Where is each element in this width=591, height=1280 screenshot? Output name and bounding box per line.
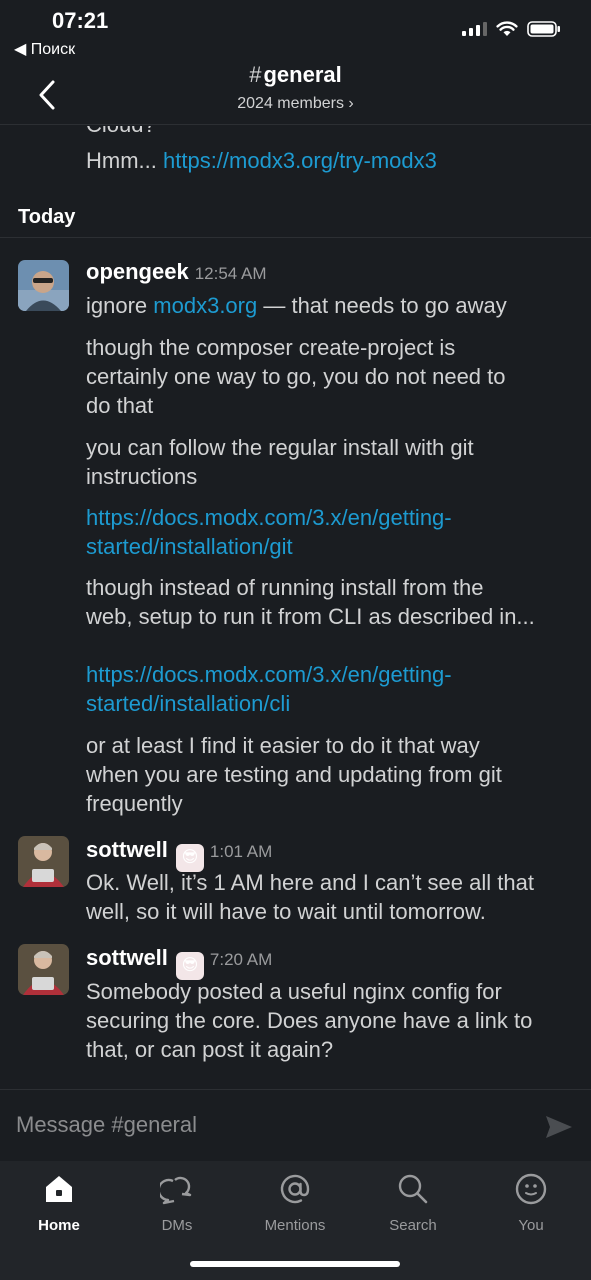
message-line: though instead of running install from t… bbox=[86, 575, 484, 600]
message-line: frequently bbox=[86, 791, 183, 816]
channel-name: general bbox=[263, 62, 342, 87]
cellular-signal-icon bbox=[462, 22, 487, 36]
partial-message-line: Hmm... https://modx3.org/try-modx3 bbox=[86, 146, 578, 175]
docs-link-git-cont[interactable]: started/installation/git bbox=[86, 532, 578, 561]
search-icon bbox=[398, 1174, 428, 1204]
partial-prefix: Hmm... bbox=[86, 148, 163, 173]
tab-home[interactable]: Home bbox=[4, 1171, 114, 1234]
home-icon bbox=[46, 1176, 72, 1202]
message-line: that, or can post it again? bbox=[86, 1037, 334, 1062]
tab-label: Mentions bbox=[264, 1217, 326, 1234]
message-line: though the composer create-project is bbox=[86, 335, 456, 360]
send-icon[interactable] bbox=[544, 1114, 574, 1140]
tab-you[interactable]: You bbox=[476, 1171, 586, 1234]
message-line: web, setup to run it from CLI as describ… bbox=[86, 604, 535, 629]
docs-link-cli-cont[interactable]: started/installation/cli bbox=[86, 689, 578, 718]
message-line: do that bbox=[86, 393, 154, 418]
avatar-sottwell[interactable] bbox=[18, 944, 69, 995]
message-line: or at least I find it easier to do it th… bbox=[86, 733, 480, 758]
status-time: 07:21 bbox=[52, 8, 109, 33]
message-line: you can follow the regular install with … bbox=[86, 435, 474, 460]
channel-title[interactable]: #general bbox=[0, 62, 591, 88]
message-line: Somebody posted a useful nginx config fo… bbox=[86, 979, 502, 1004]
tab-label: You bbox=[518, 1217, 544, 1234]
message-timestamp: 1:01 AM bbox=[209, 842, 273, 861]
message-line: Ok. Well, it’s 1 AM here and I can’t see… bbox=[86, 870, 534, 895]
avatar-opengeek[interactable] bbox=[18, 260, 69, 311]
author-name[interactable]: opengeek bbox=[86, 259, 189, 284]
message-line: ignore modx3.org — that needs to go away bbox=[86, 291, 578, 320]
message-line: well, so it will have to wait until tomo… bbox=[86, 899, 486, 924]
message-author[interactable]: sottwell 😎 7:20 AM bbox=[86, 945, 272, 980]
message-list: Cloud? Hmm... https://modx3.org/try-modx… bbox=[0, 126, 591, 1088]
channel-header: #general 2024 members › bbox=[0, 62, 591, 125]
avatar-sottwell[interactable] bbox=[18, 836, 69, 887]
message-timestamp: 12:54 AM bbox=[194, 264, 267, 283]
message-author[interactable]: sottwell 😎 1:01 AM bbox=[86, 837, 272, 872]
tab-mentions[interactable]: Mentions bbox=[240, 1171, 350, 1234]
you-icon bbox=[515, 1173, 547, 1205]
author-name[interactable]: sottwell bbox=[86, 837, 168, 862]
status-icons bbox=[462, 21, 561, 37]
back-to-app-link[interactable]: ◀ Поиск bbox=[14, 39, 75, 59]
channel-hash: # bbox=[249, 62, 262, 87]
message-line: certainly one way to go, you do not need… bbox=[86, 364, 506, 389]
message-input[interactable]: Message #general bbox=[16, 1112, 197, 1138]
docs-link-git[interactable]: https://docs.modx.com/3.x/en/getting- bbox=[86, 503, 578, 532]
text-span: — that needs to go away bbox=[257, 293, 507, 318]
message-line: securing the core. Does anyone have a li… bbox=[86, 1008, 533, 1033]
partial-message-text: Cloud? bbox=[86, 126, 156, 138]
tab-label: Home bbox=[38, 1217, 80, 1234]
message-line: instructions bbox=[86, 464, 198, 489]
day-label: Today bbox=[18, 206, 76, 228]
message-composer: Message #general bbox=[0, 1089, 591, 1161]
status-emoji-icon: 😎 bbox=[175, 952, 204, 980]
message-author[interactable]: opengeek 12:54 AM bbox=[86, 259, 267, 285]
tab-dms[interactable]: DMs bbox=[122, 1171, 232, 1234]
battery-icon bbox=[527, 21, 560, 37]
partial-link[interactable]: https://modx3.org/try-modx3 bbox=[163, 148, 437, 173]
wifi-icon bbox=[496, 21, 518, 36]
member-count-link[interactable]: 2024 members › bbox=[0, 95, 591, 113]
day-separator: Today bbox=[0, 200, 591, 238]
message-timestamp: 7:20 AM bbox=[209, 950, 273, 969]
tab-label: Search bbox=[389, 1217, 437, 1234]
tab-label: DMs bbox=[161, 1217, 193, 1234]
docs-link-cli[interactable]: https://docs.modx.com/3.x/en/getting- bbox=[86, 660, 578, 689]
text-span: ignore bbox=[86, 293, 154, 318]
tab-search[interactable]: Search bbox=[358, 1171, 468, 1234]
message-line: when you are testing and updating from g… bbox=[86, 762, 502, 787]
status-bar: 07:21 ◀ Поиск bbox=[0, 0, 591, 62]
inline-link[interactable]: modx3.org bbox=[153, 293, 257, 318]
author-name[interactable]: sottwell bbox=[86, 945, 168, 970]
dms-icon bbox=[160, 1176, 192, 1205]
mentions-icon bbox=[280, 1174, 310, 1204]
home-indicator[interactable] bbox=[190, 1261, 400, 1267]
